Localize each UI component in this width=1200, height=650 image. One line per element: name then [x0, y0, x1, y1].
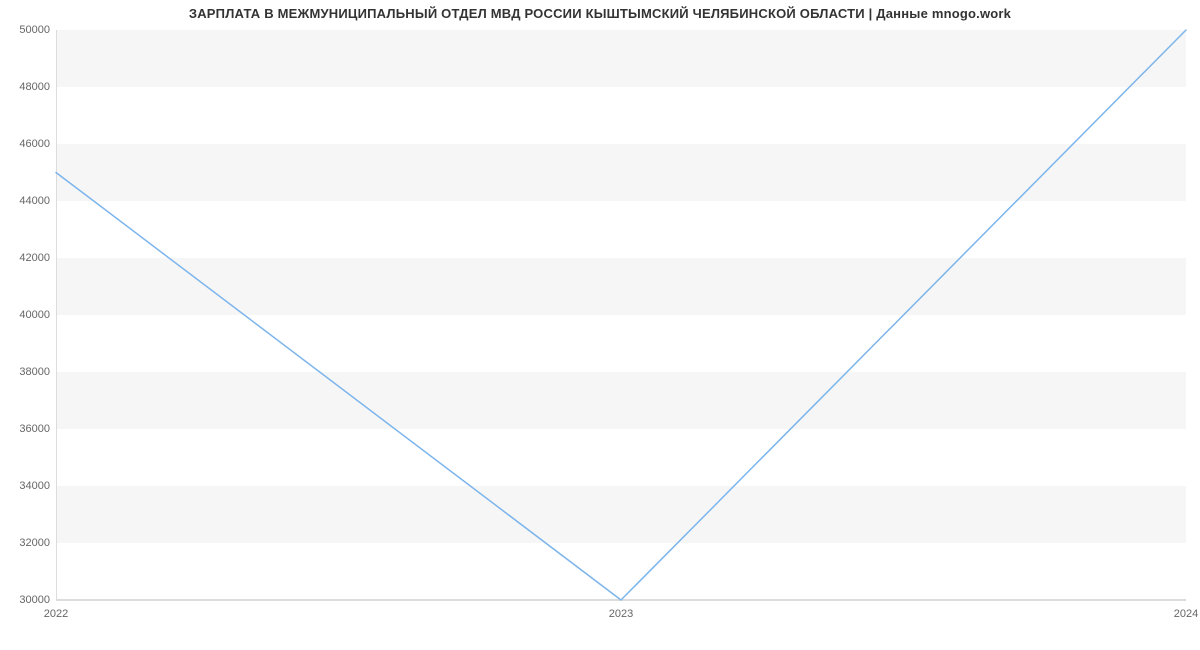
- y-tick-label: 50000: [0, 24, 50, 36]
- y-tick-label: 40000: [0, 309, 50, 321]
- line-layer: [56, 30, 1186, 600]
- chart-container: ЗАРПЛАТА В МЕЖМУНИЦИПАЛЬНЫЙ ОТДЕЛ МВД РО…: [0, 0, 1200, 650]
- series-line: [56, 30, 1186, 600]
- x-tick-label: 2024: [1174, 608, 1198, 620]
- x-tick-label: 2023: [609, 608, 633, 620]
- y-tick-label: 32000: [0, 537, 50, 549]
- y-tick-label: 46000: [0, 138, 50, 150]
- chart-title: ЗАРПЛАТА В МЕЖМУНИЦИПАЛЬНЫЙ ОТДЕЛ МВД РО…: [0, 6, 1200, 21]
- y-tick-label: 36000: [0, 423, 50, 435]
- y-tick-label: 42000: [0, 252, 50, 264]
- y-tick-label: 48000: [0, 81, 50, 93]
- y-tick-label: 30000: [0, 594, 50, 606]
- y-tick-label: 34000: [0, 480, 50, 492]
- y-tick-label: 44000: [0, 195, 50, 207]
- y-tick-label: 38000: [0, 366, 50, 378]
- x-tick-label: 2022: [44, 608, 68, 620]
